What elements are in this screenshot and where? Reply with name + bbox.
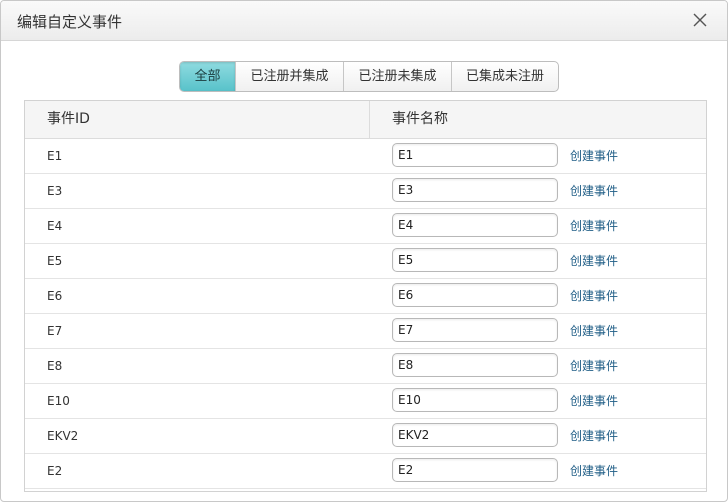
events-table: 事件ID 事件名称 E1 创建事件 E3 创建事件 E4 创建事件 E5 创建事件 E6 创建事件…	[24, 100, 707, 492]
event-name-input[interactable]	[392, 283, 558, 307]
create-event-link[interactable]: 创建事件	[570, 244, 618, 278]
table-row: E10 创建事件	[25, 384, 706, 419]
header-event-id: 事件ID	[47, 111, 90, 127]
event-id-cell: EKV2	[47, 429, 79, 443]
create-event-link[interactable]: 创建事件	[570, 384, 618, 418]
event-id-cell: E7	[47, 324, 63, 338]
header-divider	[369, 101, 370, 138]
create-event-link[interactable]: 创建事件	[570, 349, 618, 383]
event-id-cell: E3	[47, 184, 63, 198]
event-id-cell: E8	[47, 359, 63, 373]
event-id-cell: E6	[47, 289, 63, 303]
dialog-titlebar: 编辑自定义事件	[1, 1, 727, 41]
table-row: E5 创建事件	[25, 244, 706, 279]
tab-registered-not-integrated[interactable]: 已注册未集成	[343, 62, 451, 91]
header-event-name: 事件名称	[392, 111, 448, 127]
table-row: E8 创建事件	[25, 349, 706, 384]
event-name-input[interactable]	[392, 178, 558, 202]
event-name-input[interactable]	[392, 318, 558, 342]
create-event-link[interactable]: 创建事件	[570, 314, 618, 348]
tab-all[interactable]: 全部	[180, 62, 235, 91]
event-id-cell: E1	[47, 149, 63, 163]
create-event-link[interactable]: 创建事件	[570, 139, 618, 173]
event-name-input[interactable]	[392, 143, 558, 167]
event-id-cell: E4	[47, 219, 63, 233]
table-row: E2 创建事件	[25, 454, 706, 489]
tab-registered-integrated[interactable]: 已注册并集成	[235, 62, 343, 91]
table-body: E1 创建事件 E3 创建事件 E4 创建事件 E5 创建事件 E6 创建事件 E7 创建事件 E8 创建…	[25, 139, 706, 489]
close-icon[interactable]	[691, 11, 709, 29]
filter-tabs: 全部 已注册并集成 已注册未集成 已集成未注册	[179, 61, 559, 92]
event-name-input[interactable]	[392, 213, 558, 237]
table-row: EKV2 创建事件	[25, 419, 706, 454]
create-event-link[interactable]: 创建事件	[570, 279, 618, 313]
create-event-link[interactable]: 创建事件	[570, 419, 618, 453]
dialog-title: 编辑自定义事件	[17, 13, 123, 31]
table-row: E3 创建事件	[25, 174, 706, 209]
table-header: 事件ID 事件名称	[25, 101, 706, 139]
event-id-cell: E2	[47, 464, 63, 478]
event-name-input[interactable]	[392, 388, 558, 412]
table-row: E1 创建事件	[25, 139, 706, 174]
event-name-input[interactable]	[392, 423, 558, 447]
event-name-input[interactable]	[392, 458, 558, 482]
edit-custom-events-dialog: 编辑自定义事件 全部 已注册并集成 已注册未集成 已集成未注册 事件ID 事件名…	[0, 0, 728, 502]
create-event-link[interactable]: 创建事件	[570, 454, 618, 488]
event-name-input[interactable]	[392, 353, 558, 377]
table-row: E7 创建事件	[25, 314, 706, 349]
event-id-cell: E5	[47, 254, 63, 268]
table-row: E4 创建事件	[25, 209, 706, 244]
tab-integrated-not-registered[interactable]: 已集成未注册	[451, 62, 558, 91]
event-name-input[interactable]	[392, 248, 558, 272]
create-event-link[interactable]: 创建事件	[570, 174, 618, 208]
table-row: E6 创建事件	[25, 279, 706, 314]
create-event-link[interactable]: 创建事件	[570, 209, 618, 243]
event-id-cell: E10	[47, 394, 70, 408]
